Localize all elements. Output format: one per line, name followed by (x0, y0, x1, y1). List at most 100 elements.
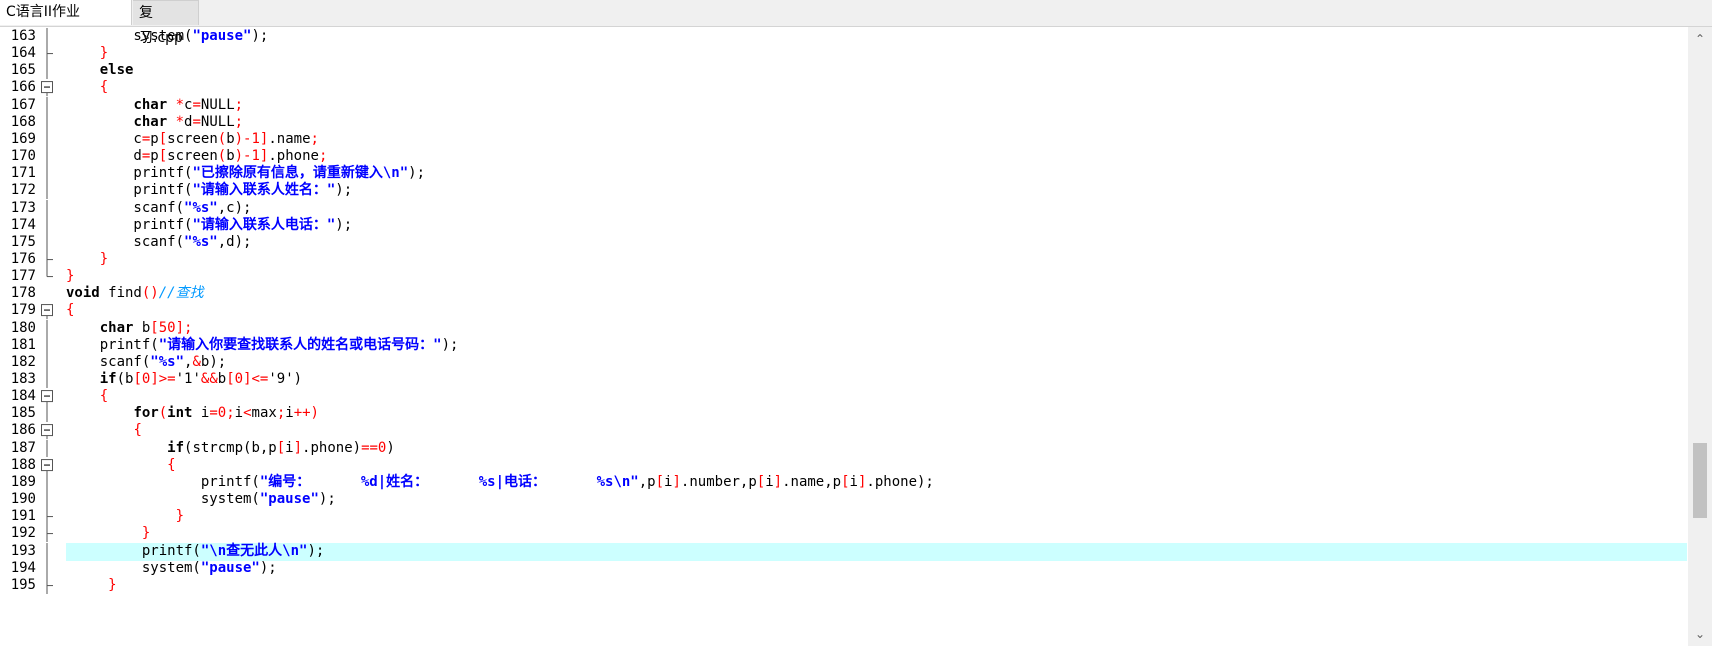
code-line[interactable]: } (66, 577, 116, 594)
line-number: 166 (10, 79, 36, 96)
fold-line (40, 130, 54, 149)
tab-c-homework[interactable]: C语言II作业01.cpp (0, 0, 132, 45)
fold-line (40, 439, 54, 457)
code-line[interactable]: c=p[screen(b)-1].name; (66, 131, 319, 148)
fold-line (40, 62, 54, 80)
fold-line (40, 371, 54, 389)
code-line[interactable]: system("pause"); (66, 491, 336, 508)
code-line[interactable]: for(int i=0;i<max;i++) (66, 405, 319, 422)
fold-line (40, 559, 54, 577)
code-line[interactable]: d=p[screen(b)-1].phone; (66, 148, 327, 165)
line-number: 193 (10, 542, 36, 559)
vertical-scrollbar[interactable]: ⌃ ⌄ (1688, 27, 1712, 646)
fold-empty (40, 285, 54, 302)
line-number: 177 (10, 268, 36, 285)
fold-line (40, 405, 54, 423)
fold-toggle-icon[interactable] (40, 457, 54, 474)
code-line[interactable]: printf("已擦除原有信息，请重新键入\n"); (66, 165, 425, 182)
code-line[interactable]: } (66, 251, 108, 268)
line-number: 171 (10, 165, 36, 182)
fold-line (40, 182, 54, 200)
code-line[interactable]: } (66, 508, 184, 525)
line-number: 163 (10, 28, 36, 44)
fold-line (40, 336, 54, 354)
fold-end-marker (40, 525, 54, 543)
line-number: 179 (10, 302, 36, 319)
fold-end-marker (40, 45, 54, 63)
code-line[interactable]: { (66, 457, 175, 474)
code-line[interactable]: { (66, 302, 74, 319)
code-line[interactable]: system("pause"); (66, 560, 277, 577)
tab-review[interactable]: 复习.cpp (133, 0, 199, 46)
fold-toggle-icon[interactable] (40, 79, 54, 97)
fold-end-marker (40, 576, 54, 594)
fold-end-marker (40, 268, 54, 285)
code-line[interactable]: char b[50]; (66, 320, 193, 337)
fold-toggle-icon[interactable] (40, 302, 54, 320)
code-line[interactable]: { (66, 79, 108, 96)
code-line[interactable]: { (66, 388, 108, 405)
fold-line (40, 319, 54, 337)
code-line[interactable]: printf("请输入联系人电话："); (66, 217, 352, 234)
code-line[interactable]: if(strcmp(b,p[i].phone)==0) (66, 440, 395, 457)
line-number: 191 (10, 508, 36, 525)
line-number: 192 (10, 525, 36, 542)
code-line[interactable]: { (66, 422, 141, 439)
fold-line (40, 148, 54, 166)
fold-line (40, 96, 54, 114)
code-line[interactable]: scanf("%s",c); (66, 200, 251, 217)
code-line[interactable]: printf("请输入你要查找联系人的姓名或电话号码："); (66, 337, 459, 354)
line-number: 187 (10, 439, 36, 456)
code-line[interactable]: else (66, 62, 134, 79)
line-number: 178 (10, 285, 36, 302)
code-editor[interactable]: 163 164 165 166 167 168 169 170 171 172 173 174 175 1… (0, 27, 1712, 646)
line-number: 185 (10, 405, 36, 422)
line-number: 195 (10, 576, 36, 593)
code-line[interactable]: printf("编号： %d|姓名： %s|电话： %s\n",p[i].num… (66, 474, 934, 491)
line-number: 194 (10, 559, 36, 576)
code-line[interactable]: } (66, 268, 74, 285)
tab-bar: C语言II作业01.cpp 复习.cpp (0, 0, 1712, 46)
fold-toggle-icon[interactable] (40, 388, 54, 406)
fold-end-marker (40, 508, 54, 526)
line-number: 176 (10, 250, 36, 267)
line-number: 186 (10, 422, 36, 439)
fold-line (40, 542, 54, 560)
code-line[interactable]: if(b[0]>='1'&&b[0]<='9') (66, 371, 302, 388)
code-line[interactable]: void find()//查找 (66, 285, 204, 302)
scroll-up-icon[interactable]: ⌃ (1688, 27, 1712, 51)
line-number: 172 (10, 182, 36, 199)
line-number: 168 (10, 113, 36, 130)
fold-line (40, 216, 54, 234)
scrollbar-thumb[interactable] (1693, 443, 1707, 518)
scroll-down-icon[interactable]: ⌄ (1688, 622, 1712, 646)
fold-line (40, 353, 54, 371)
code-line[interactable]: scanf("%s",&b); (66, 354, 226, 371)
line-number: 181 (10, 336, 36, 353)
line-number: 170 (10, 148, 36, 165)
code-area[interactable]: system("pause"); } else { char *c=NULL; … (66, 27, 1687, 646)
line-number: 190 (10, 491, 36, 508)
line-number: 164 (10, 45, 36, 62)
line-number-gutter: 163 164 165 166 167 168 169 170 171 172 173 174 175 1… (0, 27, 64, 646)
line-number: 188 (10, 456, 36, 473)
fold-line (40, 491, 54, 509)
code-line[interactable]: printf("请输入联系人姓名："); (66, 182, 352, 199)
code-line[interactable]: char *d=NULL; (66, 114, 243, 131)
code-line[interactable]: scanf("%s",d); (66, 234, 251, 251)
code-line[interactable]: printf("\n查无此人\n"); (66, 543, 324, 560)
code-line[interactable]: system("pause"); (66, 28, 268, 45)
line-number: 165 (10, 62, 36, 79)
fold-toggle-icon[interactable] (40, 422, 54, 440)
code-line[interactable]: char *c=NULL; (66, 97, 243, 114)
code-line[interactable]: } (66, 525, 150, 542)
line-number: 175 (10, 233, 36, 250)
fold-line (40, 199, 54, 217)
fold-line (40, 28, 54, 46)
line-number: 174 (10, 216, 36, 233)
line-number: 169 (10, 130, 36, 147)
line-number: 183 (10, 371, 36, 387)
code-line[interactable]: } (66, 45, 108, 62)
line-number: 189 (10, 473, 36, 490)
line-number: 182 (10, 353, 36, 370)
